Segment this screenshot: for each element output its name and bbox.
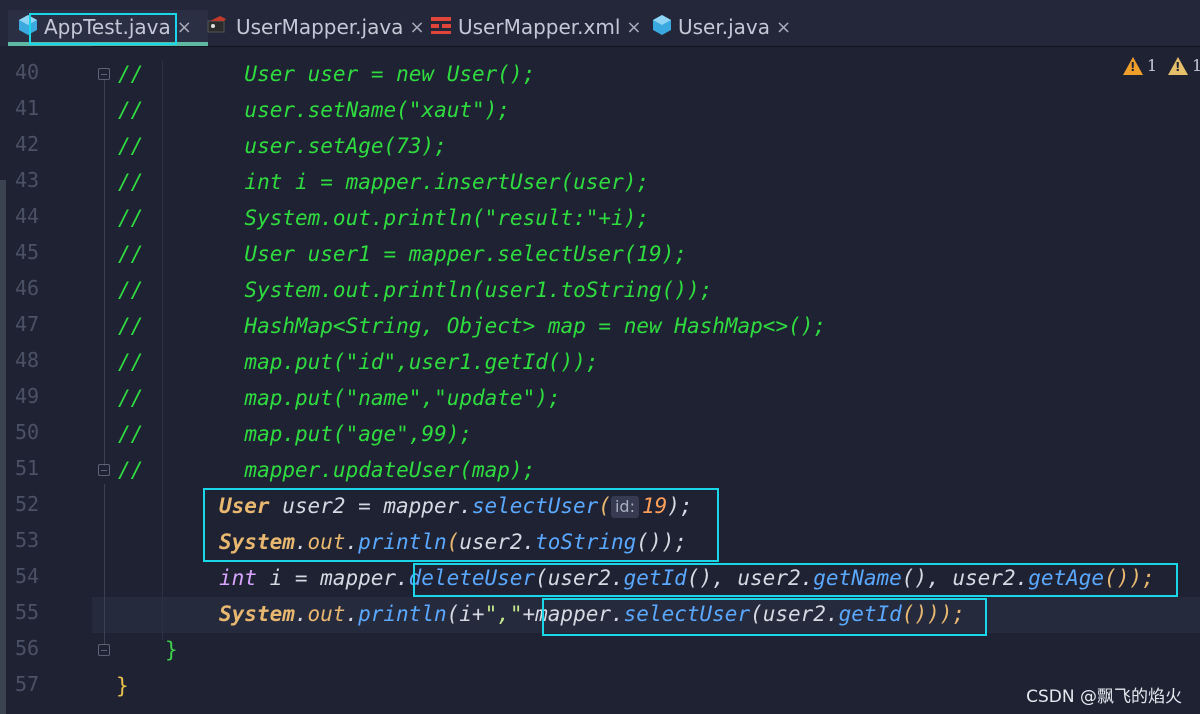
line-number: 49: [15, 384, 40, 408]
fold-guide: [104, 80, 105, 466]
code-token: i = mapper.: [256, 566, 409, 590]
line-number: 44: [15, 204, 40, 228]
tab-usermapper-java[interactable]: UserMapper.java ×: [206, 10, 425, 44]
code-line-57[interactable]: }: [116, 668, 129, 704]
tab-user-java[interactable]: User.java ×: [652, 10, 791, 44]
tab-label: UserMapper.java: [236, 15, 404, 39]
highlight-box-select-user-result: [542, 598, 987, 636]
weak-warning-indicator[interactable]: 1: [1168, 56, 1200, 75]
line-number: 57: [15, 672, 40, 696]
string-token: ",": [484, 602, 523, 626]
warning-indicator[interactable]: 1: [1123, 56, 1157, 75]
mybatis-interface-icon: [206, 15, 230, 40]
fold-guide: [104, 484, 105, 644]
code-line-41[interactable]: // user.setName("xaut");: [118, 92, 510, 128]
line-number: 52: [15, 492, 40, 516]
code-line-56[interactable]: }: [165, 632, 178, 668]
code-token: .: [345, 602, 359, 626]
line-number: 40: [15, 60, 40, 84]
editor-tab-bar: AppTest.java × UserMapper.java × UserMap…: [0, 0, 1200, 47]
warning-count: 1: [1147, 56, 1158, 75]
keyword-token: int: [219, 566, 257, 590]
highlight-box-delete-user: [413, 563, 1178, 597]
fold-marker[interactable]: [98, 644, 110, 656]
fold-marker[interactable]: [98, 464, 110, 476]
code-line-50[interactable]: // map.put("age",99);: [118, 416, 472, 452]
fold-marker[interactable]: [98, 68, 110, 80]
field-token: out: [307, 602, 346, 626]
line-number: 56: [15, 636, 40, 660]
code-token: (i+: [446, 602, 485, 626]
close-icon[interactable]: ×: [409, 17, 424, 38]
line-number: 50: [15, 420, 40, 444]
line-number: 53: [15, 528, 40, 552]
side-panel-edge: [0, 180, 6, 714]
weak-warning-icon: [1168, 56, 1188, 75]
code-line-51[interactable]: // mapper.updateUser(map);: [118, 452, 535, 488]
java-class-icon: [652, 14, 672, 41]
code-line-47[interactable]: // HashMap<String, Object> map = new Has…: [118, 308, 826, 344]
tab-label: UserMapper.xml: [458, 15, 621, 39]
code-line-45[interactable]: // User user1 = mapper.selectUser(19);: [118, 236, 687, 272]
warning-icon: [1123, 56, 1143, 75]
line-number: 45: [15, 240, 40, 264]
close-icon[interactable]: ×: [626, 17, 641, 38]
code-line-46[interactable]: // System.out.println(user1.toString());: [118, 272, 712, 308]
line-number: 43: [15, 168, 40, 192]
highlight-box-tab: [29, 13, 177, 45]
xml-file-icon: [430, 15, 452, 40]
line-number: 54: [15, 564, 40, 588]
code-line-43[interactable]: // int i = mapper.insertUser(user);: [118, 164, 649, 200]
line-number: 55: [15, 600, 40, 624]
method-token: println: [358, 602, 447, 626]
weak-warning-count: 1: [1192, 56, 1200, 75]
code-line-44[interactable]: // System.out.println("result:"+i);: [118, 200, 649, 236]
code-line-49[interactable]: // map.put("name","update");: [118, 380, 561, 416]
type-token: System: [219, 602, 295, 626]
watermark-text: CSDN @飘飞的焰火: [1026, 687, 1182, 707]
code-line-48[interactable]: // map.put("id",user1.getId());: [118, 344, 598, 380]
highlight-box-select-user: [203, 488, 719, 562]
close-icon[interactable]: ×: [177, 17, 192, 38]
tab-usermapper-xml[interactable]: UserMapper.xml ×: [430, 10, 642, 44]
code-line-40[interactable]: // User user = new User();: [118, 56, 535, 92]
tab-label: User.java: [678, 15, 771, 39]
line-number: 47: [15, 312, 40, 336]
code-line-42[interactable]: // user.setAge(73);: [118, 128, 447, 164]
line-number: 41: [15, 96, 40, 120]
close-icon[interactable]: ×: [776, 17, 791, 38]
code-token: .: [294, 602, 308, 626]
line-number: 46: [15, 276, 40, 300]
line-number: 42: [15, 132, 40, 156]
line-number: 51: [15, 456, 40, 480]
line-number: 48: [15, 348, 40, 372]
